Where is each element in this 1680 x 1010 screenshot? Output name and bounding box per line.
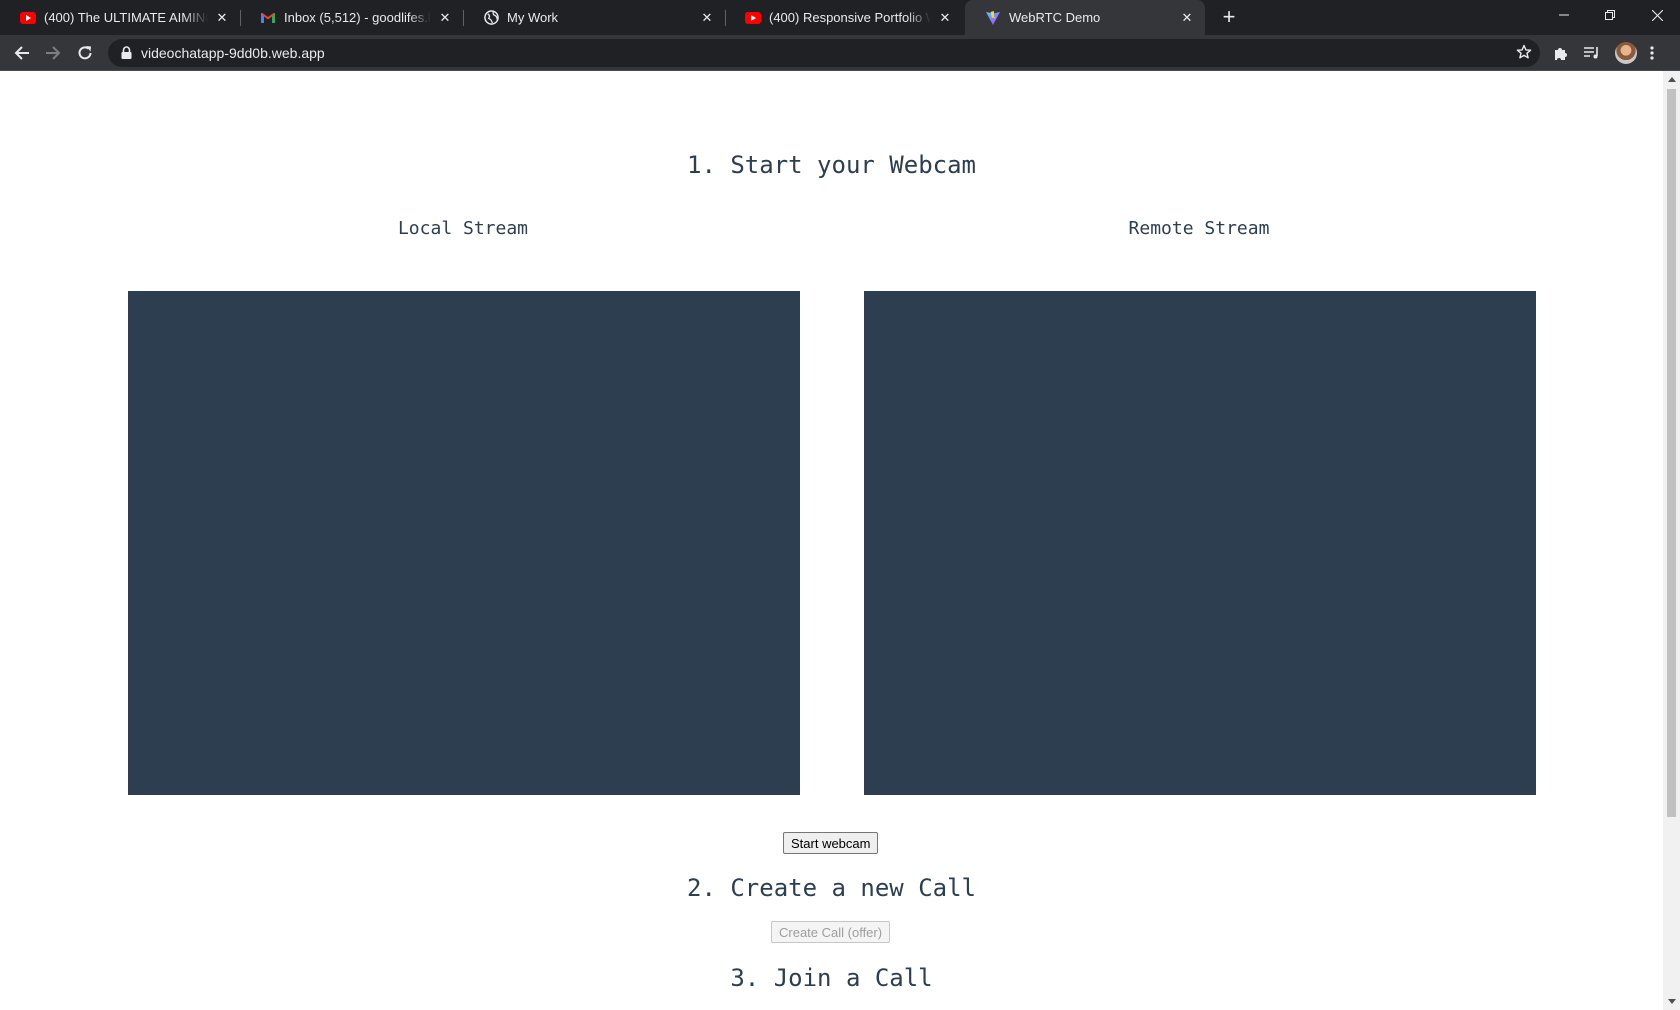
- media-queue-icon[interactable]: [1578, 39, 1606, 67]
- remote-stream-label: Remote Stream: [1128, 218, 1270, 239]
- browser-tab[interactable]: (400) The ULTIMATE AIMING GUIDE ✕: [0, 0, 240, 35]
- profile-avatar[interactable]: [1615, 42, 1637, 64]
- create-call-button[interactable]: Create Call (offer): [771, 921, 891, 943]
- close-tab-icon[interactable]: ✕: [214, 10, 230, 26]
- close-tab-icon[interactable]: ✕: [437, 10, 453, 26]
- step3-heading: 3. Join a Call: [730, 964, 933, 992]
- step2-heading: 2. Create a new Call: [687, 874, 976, 902]
- tab-title: (400) Responsive Portfolio Website: [769, 10, 931, 25]
- new-tab-button[interactable]: +: [1215, 4, 1243, 32]
- remote-video: [864, 291, 1536, 795]
- close-tab-icon[interactable]: ✕: [699, 10, 715, 26]
- globe-icon: [483, 10, 499, 26]
- url-text: videochatapp-9dd0b.web.app: [141, 45, 325, 61]
- close-tab-icon[interactable]: ✕: [1179, 10, 1195, 26]
- lock-icon: [121, 46, 132, 64]
- more-menu-icon[interactable]: [1638, 39, 1666, 67]
- tab-title: Inbox (5,512) - goodlifes.llc@gmail.com: [284, 10, 431, 25]
- tab-title: My Work: [507, 10, 559, 25]
- extensions-puzzle-icon[interactable]: [1547, 39, 1575, 67]
- local-video: [128, 291, 800, 795]
- close-tab-icon[interactable]: ✕: [937, 10, 953, 26]
- reload-icon[interactable]: [71, 39, 99, 67]
- youtube-icon: [745, 10, 761, 26]
- restore-icon[interactable]: [1587, 0, 1633, 30]
- page-viewport: 1. Start your Webcam Local Stream Remote…: [0, 71, 1663, 1010]
- tab-title: WebRTC Demo: [1009, 10, 1101, 25]
- browser-tab[interactable]: (400) Responsive Portfolio Website ✕: [725, 0, 963, 35]
- step1-heading: 1. Start your Webcam: [687, 151, 976, 179]
- scroll-up-arrow-icon[interactable]: [1663, 71, 1680, 88]
- start-webcam-button[interactable]: Start webcam: [783, 832, 879, 854]
- browser-tab-active[interactable]: WebRTC Demo ✕: [965, 0, 1205, 35]
- gmail-icon: [260, 10, 276, 26]
- bookmark-star-icon[interactable]: [1516, 44, 1532, 65]
- page-scrollbar[interactable]: [1663, 71, 1680, 1010]
- browser-tab[interactable]: Inbox (5,512) - goodlifes.llc@gmail.com …: [240, 0, 463, 35]
- local-stream-label: Local Stream: [397, 218, 529, 239]
- browser-tab[interactable]: My Work ✕: [463, 0, 725, 35]
- scrollbar-thumb[interactable]: [1667, 89, 1676, 817]
- tab-title: (400) The ULTIMATE AIMING GUIDE: [44, 10, 208, 25]
- minimize-icon[interactable]: [1541, 0, 1587, 30]
- address-bar[interactable]: videochatapp-9dd0b.web.app: [108, 39, 1540, 67]
- youtube-icon: [20, 10, 36, 26]
- forward-arrow-icon[interactable]: [39, 39, 67, 67]
- scroll-down-arrow-icon[interactable]: [1663, 993, 1680, 1010]
- tab-strip: (400) The ULTIMATE AIMING GUIDE ✕ Inbox …: [0, 0, 1680, 35]
- close-window-icon[interactable]: [1634, 0, 1680, 30]
- back-arrow-icon[interactable]: [8, 39, 36, 67]
- vite-icon: [985, 10, 1001, 26]
- browser-toolbar: videochatapp-9dd0b.web.app: [0, 35, 1680, 71]
